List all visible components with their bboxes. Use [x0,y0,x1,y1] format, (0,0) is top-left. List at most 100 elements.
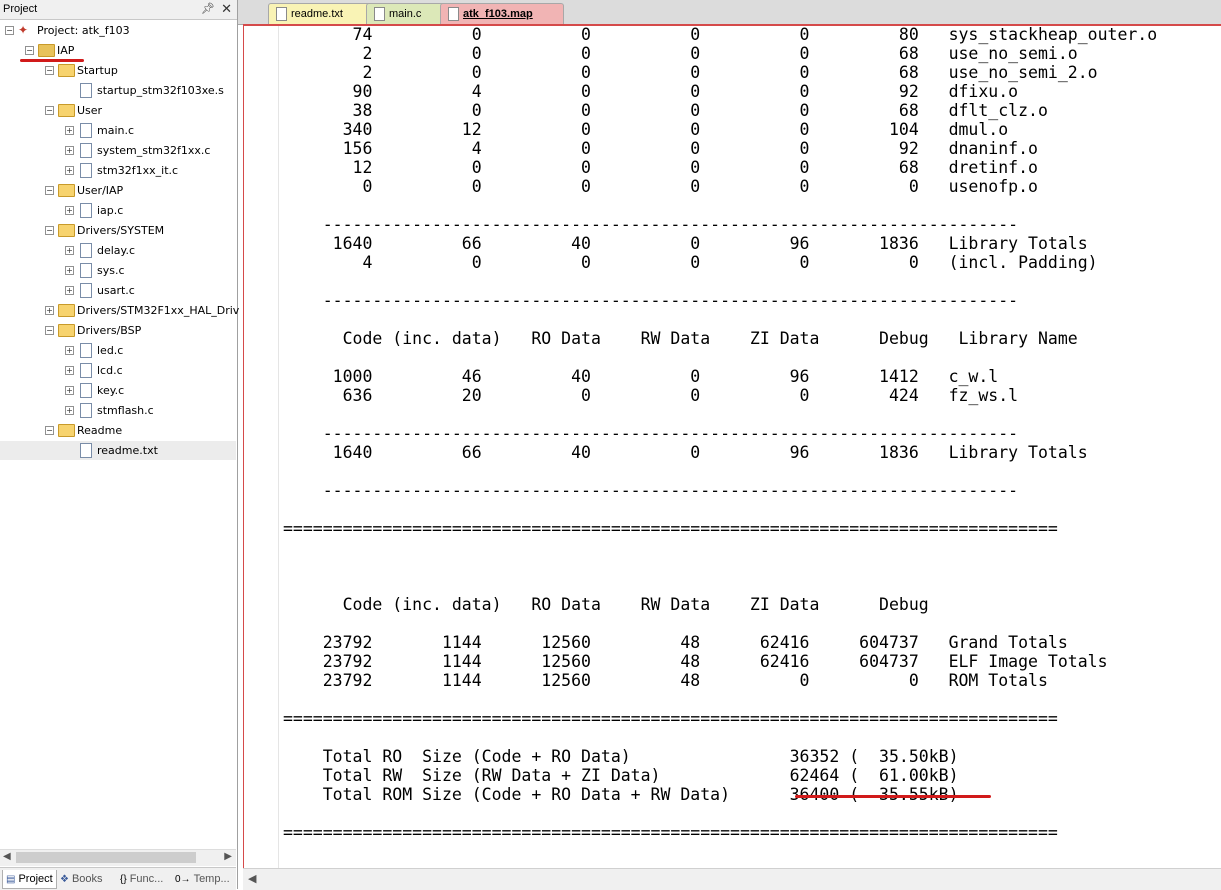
tree-item-label: key.c [97,384,125,397]
tree-item-file[interactable]: + stmflash.c [0,401,236,420]
scroll-right-arrow-icon[interactable]: ▶ [224,851,232,862]
project-pane-title: Project [3,3,38,15]
tab-atk-f103-map[interactable]: atk_f103.map [440,3,564,24]
expand-icon[interactable]: + [65,366,74,375]
scroll-left-arrow-icon[interactable]: ◀ [248,872,256,885]
file-icon [80,163,92,178]
tree-item-file[interactable]: + key.c [0,381,236,400]
file-icon [80,83,92,98]
tree-item-file[interactable]: + lcd.c [0,361,236,380]
folder-icon [58,324,75,337]
tree-item-file[interactable]: + system_stm32f1xx.c [0,141,236,160]
tree-item-label: system_stm32f1xx.c [97,144,211,157]
file-icon [80,403,92,418]
collapse-icon[interactable]: − [45,106,54,115]
tree-item-file[interactable]: + main.c [0,121,236,140]
tree-item-label: Drivers/STM32F1xx_HAL_Driv [77,304,240,317]
file-icon [80,123,92,138]
project-tree-hscrollbar[interactable]: ◀ ▶ [0,849,236,866]
editor-tab-bar: readme.txt main.c atk_f103.map [238,0,1221,25]
tree-item-label: usart.c [97,284,135,297]
scroll-left-arrow-icon[interactable]: ◀ [3,851,11,862]
tree-item-file[interactable]: readme.txt [0,441,236,460]
tree-item-label: IAP [57,44,75,57]
expand-icon[interactable]: + [65,406,74,415]
bottom-tab-functions[interactable]: {} Func... [120,870,163,888]
expand-icon[interactable]: + [65,286,74,295]
tree-item-label: iap.c [97,204,124,217]
tree-item-file[interactable]: + stm32f1xx_it.c [0,161,236,180]
tree-item-group[interactable]: + Drivers/STM32F1xx_HAL_Driv [0,301,240,320]
bottom-tab-books[interactable]: ❖ Books [60,870,103,888]
tree-item-label: stmflash.c [97,404,154,417]
file-icon [80,363,92,378]
expand-icon[interactable]: + [65,346,74,355]
folder-icon [58,184,75,197]
tree-item-label: Drivers/BSP [77,324,142,337]
expand-icon[interactable]: + [65,386,74,395]
expand-icon[interactable]: + [65,206,74,215]
tree-item-label: delay.c [97,244,136,257]
file-icon [80,203,92,218]
collapse-icon[interactable]: − [45,186,54,195]
close-icon[interactable]: ✕ [221,1,232,17]
tree-item-label: lcd.c [97,364,123,377]
tree-item-file[interactable]: startup_stm32f103xe.s [0,81,236,100]
project-icon: ▤ [6,874,16,885]
tree-item-group[interactable]: − User/IAP [0,181,236,200]
collapse-icon[interactable]: − [45,226,54,235]
folder-icon [58,64,75,77]
tree-item-file[interactable]: + usart.c [0,281,236,300]
file-icon [448,7,459,21]
tree-item-group[interactable]: − Startup [0,61,236,80]
expand-icon[interactable]: + [65,266,74,275]
tree-item-label: Readme [77,424,123,437]
folder-icon [58,224,75,237]
tree-item-label: sys.c [97,264,125,277]
tree-item-file[interactable]: + led.c [0,341,236,360]
books-icon: ❖ [60,874,69,885]
templates-icon: 0→ [175,874,191,885]
scrollbar-thumb[interactable] [16,852,196,863]
file-icon [80,343,92,358]
collapse-icon[interactable]: − [25,46,34,55]
tree-item-target[interactable]: − IAP [0,41,236,60]
tree-item-label: led.c [97,344,124,357]
file-icon [80,263,92,278]
annotation-underline-iap [20,59,84,62]
tree-item-project[interactable]: − ✦ Project: atk_f103 [0,21,236,40]
bottom-tab-project[interactable]: ▤ Project [2,870,57,889]
functions-icon: {} [120,874,127,885]
collapse-icon[interactable]: − [5,26,14,35]
project-tree: − ✦ Project: atk_f103− IAP − Startup startup_s… [0,21,240,847]
expand-icon[interactable]: + [65,166,74,175]
bottom-tab-templates[interactable]: 0→ Temp... [175,870,230,888]
tree-item-label: stm32f1xx_it.c [97,164,179,177]
file-icon [374,7,385,21]
tree-item-group[interactable]: − User [0,101,236,120]
pushpin-icon[interactable]: 📌︎ [201,2,215,15]
code-editor[interactable]: 74 0 0 0 0 80 sys_stackheap_outer.o 2 0 … [243,24,1221,869]
expand-icon[interactable]: + [65,146,74,155]
expand-icon[interactable]: + [65,126,74,135]
expand-icon[interactable]: + [65,246,74,255]
expand-icon[interactable]: + [45,306,54,315]
project-pane: Project 📌︎ ✕ − ✦ Project: atk_f103− IAP − Sta… [0,0,240,890]
tree-item-label: readme.txt [97,444,158,457]
file-icon [80,383,92,398]
file-icon [80,443,92,458]
tree-item-file[interactable]: + delay.c [0,241,236,260]
tree-item-label: main.c [97,124,135,137]
file-icon [80,283,92,298]
tree-item-file[interactable]: + sys.c [0,261,236,280]
tree-item-group[interactable]: − Readme [0,421,236,440]
file-icon [276,7,287,21]
folder-icon [58,104,75,117]
editor-hscrollbar[interactable]: ◀ [243,868,1221,890]
collapse-icon[interactable]: − [45,66,54,75]
collapse-icon[interactable]: − [45,326,54,335]
collapse-icon[interactable]: − [45,426,54,435]
tree-item-group[interactable]: − Drivers/SYSTEM [0,221,236,240]
tree-item-group[interactable]: − Drivers/BSP [0,321,236,340]
tree-item-file[interactable]: + iap.c [0,201,236,220]
